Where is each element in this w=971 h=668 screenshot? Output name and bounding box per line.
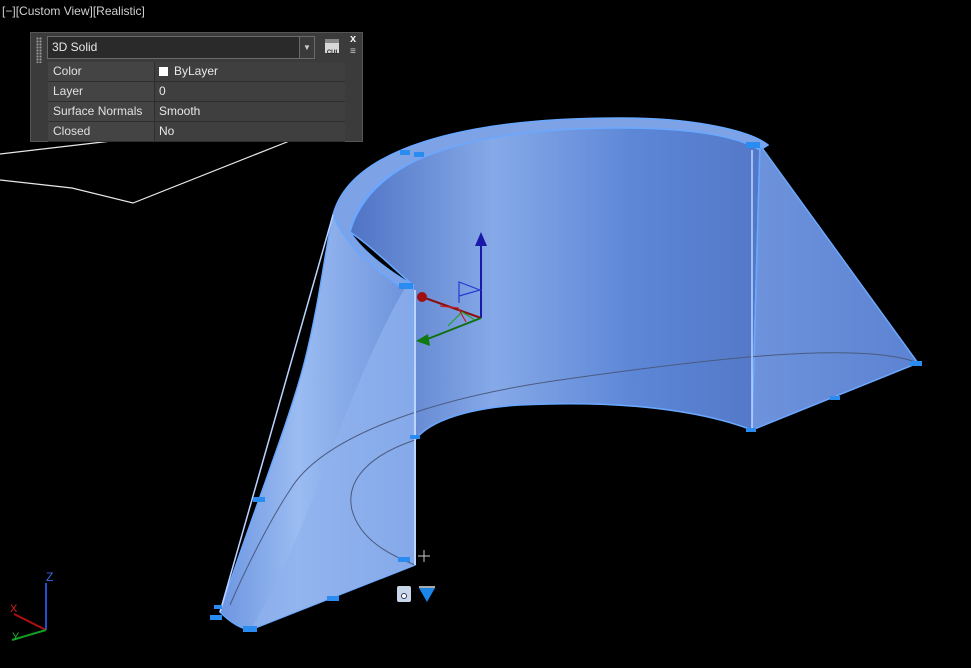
close-icon[interactable]: x (350, 33, 356, 45)
property-row-layer[interactable]: Layer 0 (48, 82, 345, 102)
viewport-controls-label: [−][Custom View][Realistic] (2, 3, 145, 19)
ucs-x-label: X (10, 603, 18, 615)
grip (746, 428, 756, 432)
3d-solid[interactable] (219, 117, 920, 631)
property-value[interactable]: Smooth (155, 102, 345, 121)
grip (410, 435, 420, 439)
grip (243, 626, 257, 632)
palette-drag-handle[interactable] (36, 37, 42, 63)
grip (399, 283, 413, 289)
color-swatch-icon (159, 67, 168, 76)
property-value[interactable]: ByLayer (155, 62, 345, 81)
property-name: Surface Normals (48, 102, 155, 121)
property-row-color[interactable]: Color ByLayer (48, 62, 345, 82)
grip (414, 152, 424, 157)
viewport-controls-menu[interactable]: [−] (2, 4, 16, 18)
property-value[interactable]: No (155, 122, 345, 141)
palette-options-icon[interactable]: ≡ (350, 46, 356, 57)
crosshair-cursor (418, 550, 430, 562)
solid-right-wall (751, 142, 920, 432)
grip (253, 497, 265, 502)
property-name: Color (48, 62, 155, 81)
ucs-z-label: Z (46, 570, 53, 584)
object-type-dropdown[interactable]: 3D Solid ▼ (47, 36, 315, 59)
background-wireframe (0, 139, 293, 204)
grip (830, 396, 840, 400)
property-row-surface-normals[interactable]: Surface Normals Smooth (48, 102, 345, 122)
grip (746, 142, 760, 148)
property-row-closed[interactable]: Closed No (48, 122, 345, 142)
ucs-y-label: Y (12, 631, 20, 643)
quick-properties-palette: 3D Solid ▼ CUI x ≡ Color ByLayer Layer 0… (30, 32, 363, 142)
gizmo-dropdown-icon[interactable] (419, 588, 435, 602)
property-name: Layer (48, 82, 155, 101)
property-value[interactable]: 0 (155, 82, 345, 101)
chevron-down-icon[interactable]: ▼ (299, 37, 314, 58)
visual-style-menu[interactable]: [Realistic] (93, 4, 145, 18)
grip (214, 605, 222, 609)
grip (398, 557, 410, 562)
property-value-text: ByLayer (174, 64, 219, 78)
ucs-icon: Z X Y (10, 570, 53, 643)
customize-ui-button[interactable]: CUI (325, 39, 339, 56)
grip (400, 150, 410, 155)
subobject-filter-icon[interactable] (397, 586, 411, 602)
grip (910, 361, 922, 366)
property-name: Closed (48, 122, 155, 141)
grip (210, 615, 222, 620)
grip (327, 596, 339, 601)
property-list: Color ByLayer Layer 0 Surface Normals Sm… (48, 62, 345, 142)
object-type-value: 3D Solid (52, 40, 98, 54)
view-menu[interactable]: [Custom View] (16, 4, 93, 18)
